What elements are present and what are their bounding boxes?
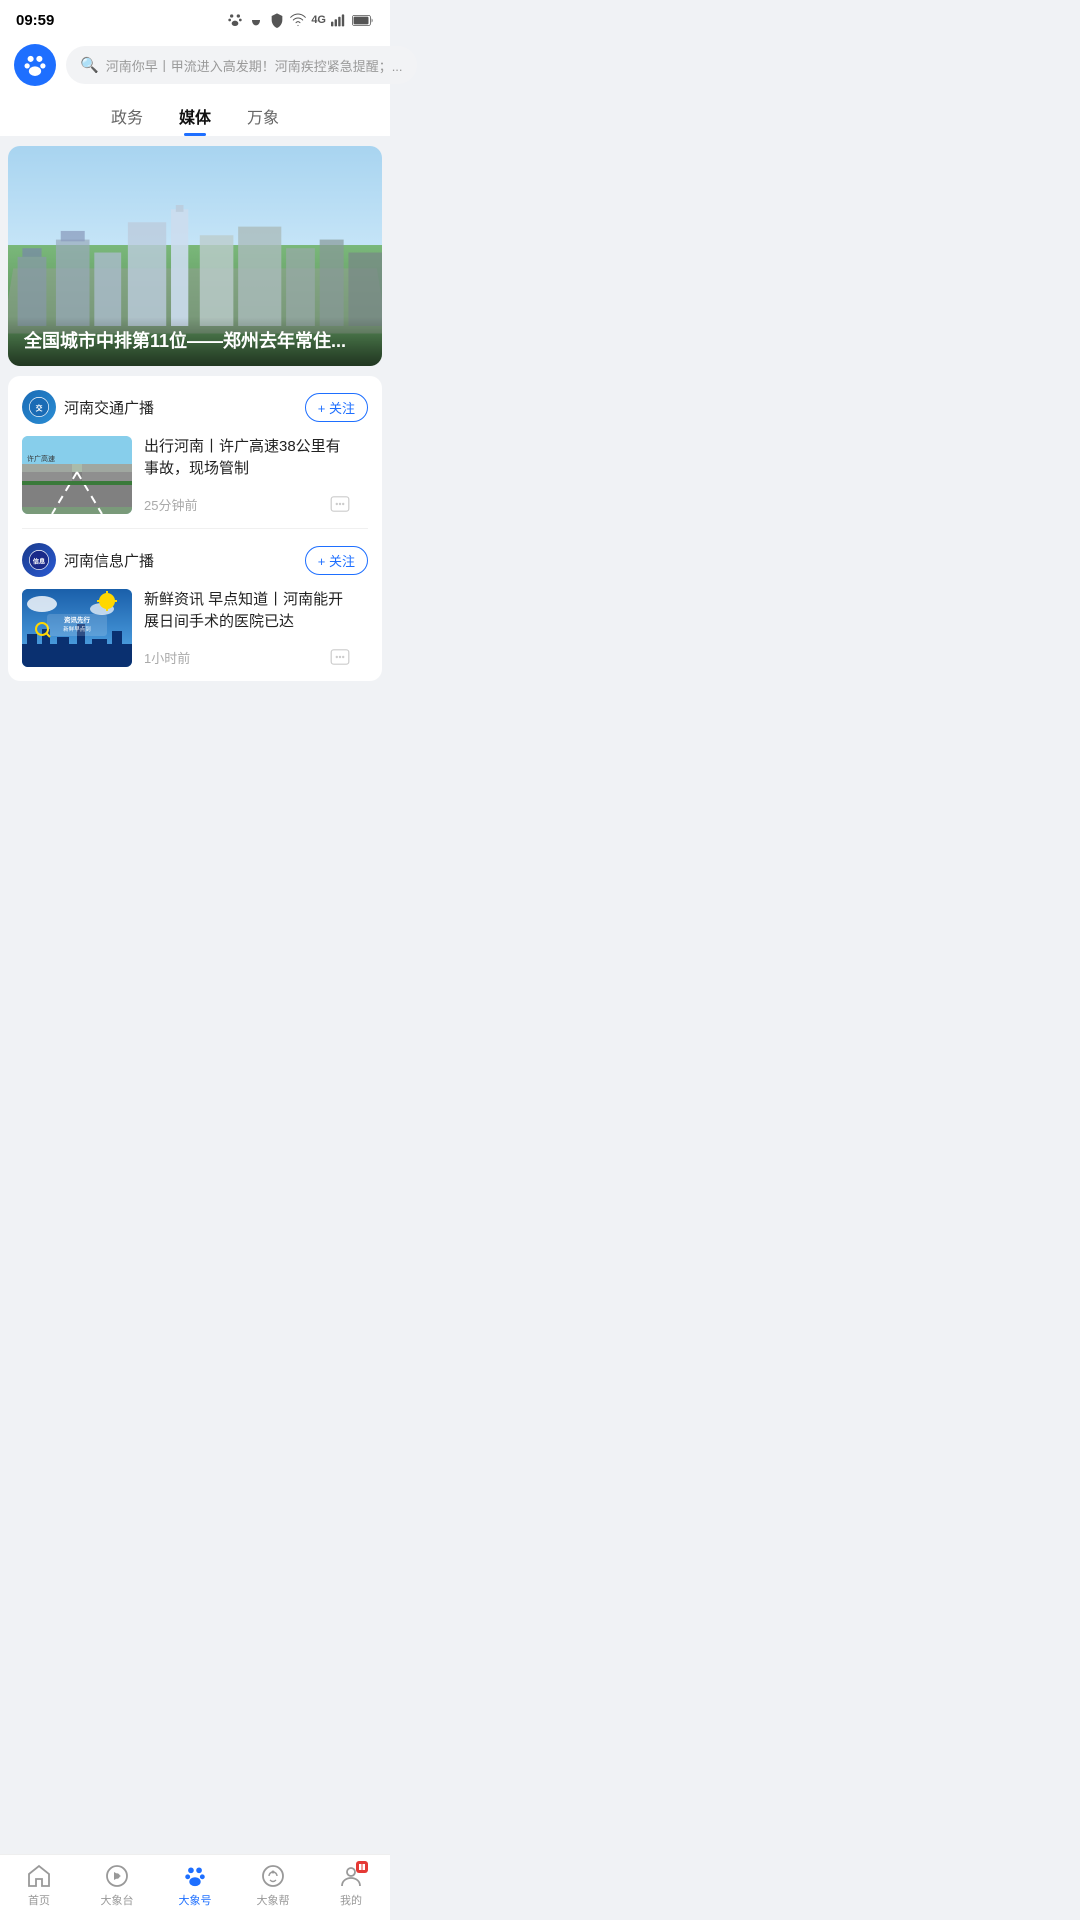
header: 🔍 河南你早丨甲流进入高发期！河南疾控紧急提醒；... bbox=[0, 36, 390, 94]
news-thumb-info: 资讯先行 新鲜早点到 bbox=[22, 589, 132, 667]
search-bar[interactable]: 🔍 河南你早丨甲流进入高发期！河南疾控紧急提醒；... bbox=[66, 46, 417, 84]
info-image-svg: 资讯先行 新鲜早点到 bbox=[22, 589, 132, 667]
news-meta-info: 1小时前 bbox=[144, 647, 354, 667]
status-time: 09:59 bbox=[16, 12, 54, 29]
daxiangtai-icon bbox=[104, 1863, 130, 1889]
news-time-traffic: 25分钟前 bbox=[144, 495, 197, 514]
news-item-info[interactable]: 资讯先行 新鲜早点到 新鲜资讯 早点知道丨河南能开展日间手术的医院已达 1小时前 bbox=[22, 589, 368, 681]
bottom-nav: 首页 大象台 大象号 bbox=[0, 1854, 390, 1920]
source-name-traffic: 河南交通广播 bbox=[64, 397, 154, 418]
paw-active-svg bbox=[182, 1861, 208, 1891]
nav-item-daxiangbang[interactable]: 大象帮 bbox=[234, 1863, 312, 1908]
news-content-traffic: 出行河南丨许广高速38公里有事故，现场管制 25分钟前 bbox=[144, 436, 354, 514]
source-avatar-info: 信息 bbox=[22, 543, 56, 577]
home-svg bbox=[26, 1864, 52, 1888]
nav-label-mine: 我的 bbox=[340, 1892, 362, 1908]
news-title-traffic: 出行河南丨许广高速38公里有事故，现场管制 bbox=[144, 436, 354, 480]
source-avatar-traffic: 交 bbox=[22, 390, 56, 424]
svg-text:许广高速: 许广高速 bbox=[27, 454, 55, 463]
more-btn-info[interactable] bbox=[326, 647, 354, 667]
signal-icon bbox=[331, 13, 347, 27]
hero-section[interactable]: 全国城市中排第11位——郑州去年常住... bbox=[0, 146, 390, 366]
tab-zhengwu[interactable]: 政务 bbox=[111, 104, 143, 136]
nav-item-mine[interactable]: 我的 bbox=[312, 1863, 390, 1908]
shield-status-icon bbox=[269, 12, 285, 28]
traffic-logo-icon: 交 bbox=[28, 396, 50, 418]
badge-icon bbox=[358, 1863, 366, 1871]
search-placeholder: 河南你早丨甲流进入高发期！河南疾控紧急提醒；... bbox=[106, 56, 403, 75]
news-block-info: 信息 河南信息广播 + 关注 bbox=[8, 529, 382, 681]
source-header-traffic: 交 河南交通广播 + 关注 bbox=[22, 390, 368, 424]
news-title-info: 新鲜资讯 早点知道丨河南能开展日间手术的医院已达 bbox=[144, 589, 354, 633]
nav-item-daxianghao[interactable]: 大象号 bbox=[156, 1863, 234, 1908]
news-item-traffic[interactable]: 许广高速 出行河南丨许广高速38公里有事故，现场管制 25分钟前 bbox=[22, 436, 368, 528]
nav-label-daxianghao: 大象号 bbox=[179, 1892, 212, 1908]
nav-label-daxiangtai: 大象台 bbox=[101, 1892, 134, 1908]
nav-label-home: 首页 bbox=[28, 1892, 50, 1908]
home-icon bbox=[26, 1863, 52, 1889]
news-container: 交 河南交通广播 + 关注 bbox=[8, 376, 382, 681]
news-thumb-traffic: 许广高速 bbox=[22, 436, 132, 514]
daxiangtai-svg bbox=[104, 1864, 130, 1888]
tab-wanxiang[interactable]: 万象 bbox=[247, 104, 279, 136]
status-icons: 4G bbox=[227, 12, 374, 28]
app-logo-icon bbox=[21, 51, 49, 79]
city-skyline-svg bbox=[8, 205, 382, 326]
daxiangbang-icon bbox=[260, 1863, 286, 1889]
news-meta-traffic: 25分钟前 bbox=[144, 494, 354, 514]
news-content-info: 新鲜资讯 早点知道丨河南能开展日间手术的医院已达 1小时前 bbox=[144, 589, 354, 667]
tab-bar: 政务 媒体 万象 bbox=[0, 94, 390, 136]
road-image-svg: 许广高速 bbox=[22, 436, 132, 514]
svg-text:新鲜早点到: 新鲜早点到 bbox=[63, 625, 91, 633]
info-logo-icon: 信息 bbox=[28, 549, 50, 571]
battery-icon bbox=[352, 14, 374, 27]
svg-text:资讯先行: 资讯先行 bbox=[64, 615, 91, 624]
nav-item-home[interactable]: 首页 bbox=[0, 1863, 78, 1908]
status-bar: 09:59 4G bbox=[0, 0, 390, 36]
svg-text:交: 交 bbox=[36, 403, 43, 412]
more-btn-traffic[interactable] bbox=[326, 494, 354, 514]
paw-status-icon bbox=[227, 12, 243, 28]
follow-btn-traffic[interactable]: + 关注 bbox=[305, 393, 368, 422]
source-header-info: 信息 河南信息广播 + 关注 bbox=[22, 543, 368, 577]
paw-nav-icon bbox=[182, 1863, 208, 1889]
hero-caption: 全国城市中排第11位——郑州去年常住... bbox=[8, 317, 382, 366]
svg-text:信息: 信息 bbox=[33, 557, 45, 565]
daxiangbang-svg bbox=[260, 1864, 286, 1888]
nav-item-daxiangtai[interactable]: 大象台 bbox=[78, 1863, 156, 1908]
tab-meiti[interactable]: 媒体 bbox=[179, 104, 211, 136]
4g-badge: 4G bbox=[311, 14, 326, 26]
wifi-icon bbox=[290, 13, 306, 27]
more-icon-traffic bbox=[330, 496, 350, 512]
notification-badge bbox=[356, 1861, 368, 1873]
follow-btn-info[interactable]: + 关注 bbox=[305, 546, 368, 575]
news-block-traffic: 交 河南交通广播 + 关注 bbox=[8, 376, 382, 528]
mine-icon bbox=[338, 1863, 364, 1889]
source-name-info: 河南信息广播 bbox=[64, 550, 154, 571]
hand-status-icon bbox=[248, 12, 264, 28]
news-time-info: 1小时前 bbox=[144, 648, 190, 667]
nav-label-daxiangbang: 大象帮 bbox=[257, 1892, 290, 1908]
more-icon-info bbox=[330, 649, 350, 665]
source-info-traffic: 交 河南交通广播 bbox=[22, 390, 154, 424]
search-icon: 🔍 bbox=[80, 56, 99, 74]
app-logo[interactable] bbox=[14, 44, 56, 86]
source-info-info: 信息 河南信息广播 bbox=[22, 543, 154, 577]
